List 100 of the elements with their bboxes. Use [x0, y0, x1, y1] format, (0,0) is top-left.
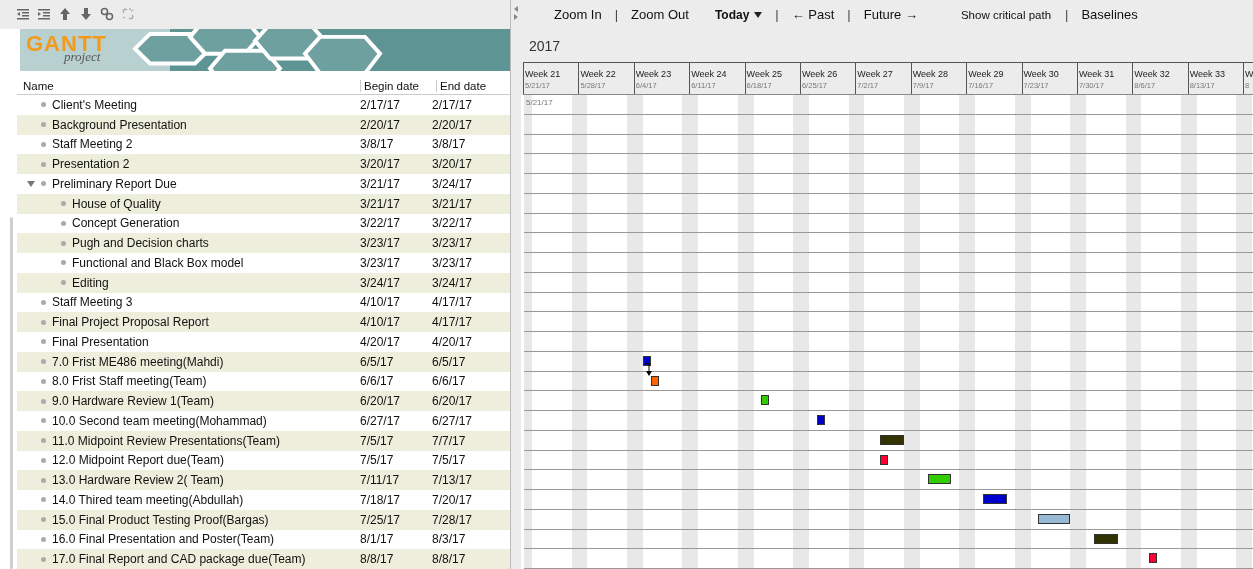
task-name[interactable]: 12.0 Midpoint Report due(Team)	[52, 453, 225, 468]
task-name[interactable]: Final Presentation	[52, 334, 149, 349]
task-name[interactable]: 7.0 Frist ME486 meeting(Mahdi)	[52, 354, 224, 369]
task-bar[interactable]	[1093, 533, 1118, 544]
table-cell-text: 7/18/17	[360, 492, 402, 507]
table-cell-text: 3/20/17	[432, 157, 474, 172]
bullet-icon	[41, 181, 46, 187]
task-name[interactable]: Presentation 2	[52, 157, 130, 172]
task-name[interactable]: Background Presentation	[52, 117, 187, 132]
table-cell-text: 4/20/17	[360, 334, 402, 349]
task-name[interactable]: Pugh and Decision charts	[72, 236, 209, 251]
week-label: Week 24	[691, 69, 728, 79]
bullet-icon	[61, 240, 66, 246]
collapse-arrows-icon[interactable]	[513, 5, 519, 21]
table-cell-text: 7/20/17	[432, 492, 474, 507]
table-cell-text: 3/22/17	[432, 216, 474, 231]
bullet-icon	[41, 438, 46, 444]
task-name[interactable]: 13.0 Hardware Review 2( Team)	[52, 473, 224, 488]
task-bar[interactable]	[816, 415, 825, 425]
expand-toggle-icon[interactable]	[27, 179, 35, 188]
caret-icon	[754, 11, 763, 18]
bullet-icon	[41, 122, 46, 128]
bullet-icon	[41, 536, 46, 542]
task-name[interactable]: 9.0 Hardware Review 1(Team)	[52, 394, 215, 409]
bullet-icon	[41, 299, 46, 305]
task-bar[interactable]	[880, 434, 904, 445]
task-name[interactable]: 14.0 Thired team meeting(Abdullah)	[52, 492, 244, 507]
week-label: Week 31	[1078, 69, 1116, 79]
bullet-icon	[41, 457, 46, 463]
week-label: Week 26	[801, 69, 839, 79]
scrollbar[interactable]	[10, 217, 13, 569]
task-name[interactable]: Functional and Black Box model	[72, 255, 244, 270]
bullet-icon	[41, 497, 46, 503]
column-header[interactable]: End date	[436, 79, 510, 92]
table-cell-text: 3/24/17	[432, 275, 474, 290]
column-header[interactable]: Name	[17, 79, 360, 92]
indent-icon[interactable]	[37, 7, 51, 22]
week-label: Week 29	[968, 69, 1005, 79]
table-cell-text: 2/17/17	[432, 97, 474, 112]
toolbar-separator: |	[1065, 7, 1069, 22]
table-cell-text: 7/5/17	[360, 433, 395, 448]
bullet-icon	[41, 378, 46, 384]
bullet-icon	[61, 201, 66, 207]
task-bar[interactable]	[927, 474, 952, 485]
outdent-icon[interactable]	[16, 7, 30, 22]
up-arrow-icon[interactable]	[58, 7, 72, 22]
toolbar-button[interactable]: Future →	[850, 7, 931, 22]
table-cell-text: 3/21/17	[360, 196, 402, 211]
today-dropdown[interactable]: Today	[701, 7, 776, 22]
table-cell-text: 4/10/17	[360, 315, 402, 330]
table-cell-text: 4/17/17	[432, 315, 474, 330]
task-bar[interactable]	[1038, 513, 1071, 524]
task-name[interactable]: Client's Meeting	[52, 97, 137, 112]
table-cell-text: 3/23/17	[432, 255, 474, 270]
task-name[interactable]: Staff Meeting 2	[52, 137, 133, 152]
toolbar-button[interactable]: Zoom Out	[618, 7, 702, 22]
table-cell-text: 4/20/17	[432, 334, 474, 349]
bullet-icon	[41, 319, 46, 325]
task-name[interactable]: House of Quality	[72, 196, 161, 211]
table-cell-text: 6/5/17	[432, 354, 467, 369]
bullet-icon	[41, 398, 46, 404]
task-name[interactable]: 16.0 Final Presentation and Poster(Team)	[52, 532, 275, 547]
table-cell-text: 7/7/17	[432, 433, 467, 448]
task-name[interactable]: Editing	[72, 275, 109, 290]
down-arrow-icon[interactable]	[79, 7, 93, 22]
task-name[interactable]: 10.0 Second team meeting(Mohammad)	[52, 413, 267, 428]
task-name[interactable]: Final Project Proposal Report	[52, 315, 209, 330]
bullet-icon	[61, 280, 66, 286]
table-cell-text: 6/27/17	[360, 413, 402, 428]
table-cell-text: 8/3/17	[432, 532, 467, 547]
task-bar[interactable]	[761, 395, 770, 406]
task-bar[interactable]	[1149, 553, 1158, 564]
toolbar-button[interactable]: Zoom In	[541, 7, 615, 22]
week-label: Week 23	[635, 69, 673, 79]
task-name[interactable]: Concept Generation	[72, 216, 180, 231]
toolbar-button[interactable]: ← Past	[778, 7, 848, 22]
toolbar-button[interactable]: Baselines	[1068, 7, 1151, 22]
task-bar[interactable]	[650, 375, 659, 386]
table-cell-text: 6/20/17	[432, 394, 474, 409]
bullet-icon	[41, 161, 46, 167]
task-bar[interactable]	[880, 454, 889, 465]
task-name[interactable]: Staff Meeting 3	[52, 295, 133, 310]
task-name[interactable]: 17.0 Final Report and CAD package due(Team)	[52, 552, 306, 567]
table-cell-text: 3/24/17	[432, 176, 474, 191]
task-name[interactable]: 15.0 Final Product Testing Proof(Bargas)	[52, 512, 269, 527]
task-name[interactable]: Preliminary Report Due	[52, 176, 177, 191]
task-bar[interactable]	[642, 355, 651, 366]
table-cell-text: 7/5/17	[360, 453, 395, 468]
task-name[interactable]: 11.0 Midpoint Review Presentations(Team)	[52, 433, 280, 448]
table-cell-text: 3/21/17	[360, 176, 402, 191]
column-header[interactable]: Begin date	[360, 79, 436, 92]
table-cell-text: 2/20/17	[360, 117, 402, 132]
link-icon[interactable]	[100, 7, 114, 22]
table-cell-text: 8/8/17	[432, 552, 467, 567]
table-cell-text: 3/23/17	[432, 236, 474, 251]
task-name[interactable]: 8.0 Frist Staff meeting(Team)	[52, 374, 207, 389]
week-label: Week 28	[912, 69, 950, 79]
bullet-icon	[41, 418, 46, 424]
table-cell-text: 8/1/17	[360, 532, 395, 547]
toolbar-button[interactable]: Show critical path	[930, 8, 1066, 21]
